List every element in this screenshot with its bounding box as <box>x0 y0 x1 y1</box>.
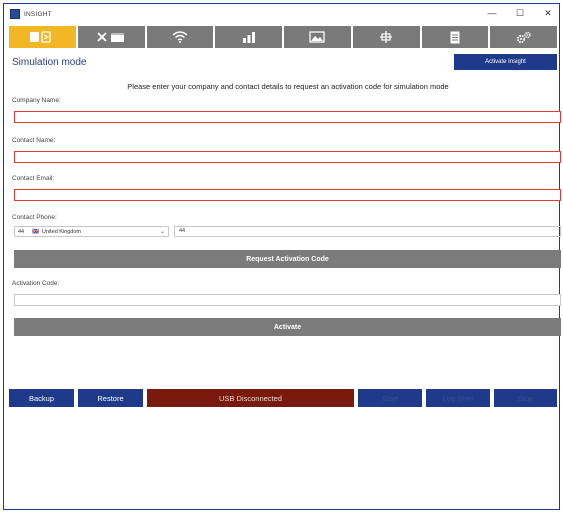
country-flag-icon: 🇬🇧 <box>32 228 39 235</box>
tab-charts[interactable] <box>215 26 282 48</box>
close-button[interactable]: ✕ <box>543 8 553 18</box>
tab-tools[interactable] <box>77 26 145 48</box>
stop-button[interactable]: Stop <box>494 389 557 407</box>
tab-wifi[interactable] <box>146 26 214 48</box>
restore-button[interactable]: Restore <box>78 389 143 407</box>
document-icon <box>450 31 460 43</box>
adjust-icon <box>380 31 393 43</box>
contact-email-field[interactable] <box>14 189 561 201</box>
start-button[interactable]: Start <box>358 389 422 407</box>
device-settings-icon <box>30 31 52 43</box>
backup-button[interactable]: Backup <box>9 389 74 407</box>
request-activation-code-button[interactable]: Request Activation Code <box>14 250 561 268</box>
tab-device-settings[interactable] <box>9 26 76 48</box>
title-bar: INSIGHT — ☐ ✕ <box>4 4 559 24</box>
app-logo-icon <box>10 9 20 19</box>
chevron-down-icon: ⌄ <box>159 229 165 235</box>
contact-email-label: Contact Email: <box>12 175 55 182</box>
contact-name-label: Contact Name: <box>12 137 56 144</box>
main-toolbar <box>9 26 557 48</box>
tab-images[interactable] <box>284 26 351 48</box>
tab-settings[interactable] <box>490 26 557 48</box>
tools-icon <box>97 32 125 42</box>
maximize-button[interactable]: ☐ <box>515 8 525 18</box>
instructions-text: Please enter your company and contact de… <box>127 82 449 91</box>
activate-button[interactable]: Activate <box>14 318 561 336</box>
phone-number-field[interactable]: 44 <box>174 226 561 237</box>
gears-icon <box>516 31 531 43</box>
bar-chart-icon <box>242 32 255 43</box>
page-title: Simulation mode <box>12 57 87 68</box>
contact-name-field[interactable] <box>14 151 561 163</box>
log-start-button[interactable]: Log Start <box>426 389 490 407</box>
company-name-field[interactable] <box>14 111 561 123</box>
country-code: 44 <box>18 228 25 235</box>
bottom-action-bar: Backup Restore USB Disconnected Start Lo… <box>9 389 557 407</box>
minimize-button[interactable]: — <box>487 8 497 18</box>
country-code-select[interactable]: 44 🇬🇧 United Kingdom ⌄ <box>14 226 169 237</box>
company-name-label: Company Name: <box>12 97 61 104</box>
activation-code-label: Activation Code: <box>12 280 60 287</box>
tab-documents[interactable] <box>421 26 489 48</box>
country-name: United Kingdom <box>41 228 81 235</box>
usb-status-badge: USB Disconnected <box>147 389 354 407</box>
window-title: INSIGHT <box>24 10 52 18</box>
contact-phone-label: Contact Phone: <box>12 214 57 221</box>
app-window: INSIGHT — ☐ ✕ Simulation mode Activate I… <box>3 3 561 510</box>
activate-insight-button[interactable]: Activate Insight <box>454 54 557 70</box>
page-header: Simulation mode Activate Insight <box>9 54 557 72</box>
image-icon <box>309 31 326 43</box>
window-controls: — ☐ ✕ <box>487 8 553 18</box>
tab-adjust[interactable] <box>352 26 420 48</box>
activation-code-field[interactable] <box>14 294 561 306</box>
wifi-icon <box>172 31 188 43</box>
